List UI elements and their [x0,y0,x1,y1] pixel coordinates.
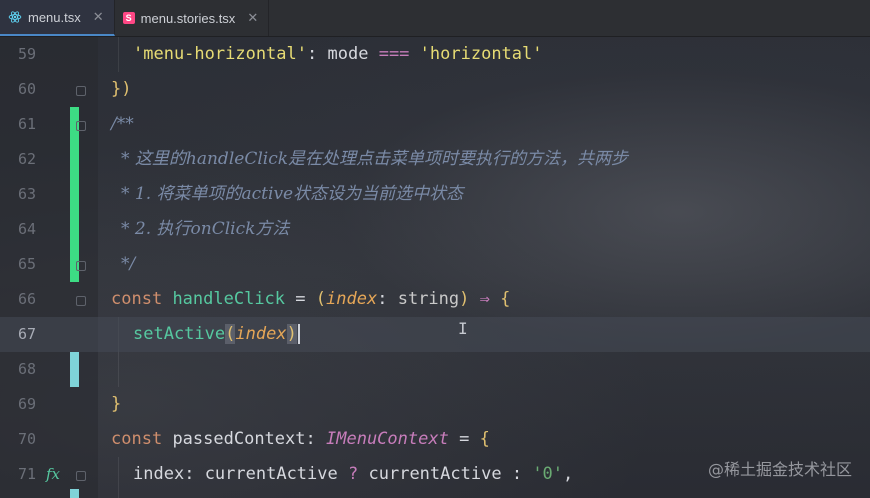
line-number: 62 [17,150,36,168]
tab-menu-stories-tsx[interactable]: S menu.stories.tsx ✕ [115,0,270,36]
token: currentActive [204,464,338,484]
token: : [305,429,316,449]
token: === [378,44,410,64]
close-icon[interactable]: ✕ [93,9,104,25]
code-comment: * 2. 执行onClick方法 [121,219,290,239]
line-number: 71 [17,465,36,483]
tab-label: menu.stories.tsx [140,10,236,26]
token: handleClick [172,289,286,309]
code-text: const handleClick = (index: string) ⇒ { [111,282,510,317]
token: ( [225,324,236,344]
code-line[interactable]: 65 */ [0,247,870,282]
tab-label: menu.tsx [28,9,81,25]
line-number: 65 [17,255,36,273]
code-text: setActive(index) [133,317,300,352]
line-number: 63 [17,185,36,203]
code-line[interactable]: 64 * 2. 执行onClick方法 [0,212,870,247]
token: '0' [532,464,564,484]
token: index [235,324,287,344]
line-number: 67 [17,325,36,343]
code-text: 'menu-horizontal': mode === 'horizontal' [133,37,543,72]
line-number: 66 [17,290,36,308]
code-line[interactable]: 59 'menu-horizontal': mode === 'horizont… [0,37,870,72]
code-line[interactable]: 70 const passedContext: IMenuContext = { [0,422,870,457]
code-text: const passedContext: IMenuContext = { [111,422,490,457]
token: setActive [133,324,226,344]
code-text: index: currentActive ? currentActive : '… [133,457,573,492]
line-number: 69 [17,395,36,413]
token: { [500,289,511,309]
token: ( [315,289,327,309]
code-line[interactable]: 69 } [0,387,870,422]
token: : [184,464,195,484]
code-text: } [111,394,122,414]
storybook-icon: S [122,12,135,24]
mouse-ibeam-cursor: I [458,319,468,338]
token: 'menu-horizontal' [133,44,307,64]
line-number: 60 [17,80,36,98]
code-line[interactable]: 66 const handleClick = (index: string) ⇒… [0,282,870,317]
code-editor[interactable]: 59 'menu-horizontal': mode === 'horizont… [0,37,870,498]
token: , [563,464,574,484]
token: : [377,289,388,309]
line-number: 59 [17,45,36,63]
token: index [326,289,378,309]
line-number: 64 [17,220,36,238]
token: { [479,429,490,449]
token: : [307,44,318,64]
token: = [295,289,306,309]
token: : [511,464,523,484]
code-line[interactable]: 62 * 这里的handleClick是在处理点击菜单项时要执行的方法，共两步 [0,142,870,177]
code-comment: * 1. 将菜单项的active状态设为当前选中状态 [121,184,464,204]
code-text: }) [111,79,132,99]
token: const [111,289,163,309]
token: const [111,429,163,449]
code-line[interactable]: 63 * 1. 将菜单项的active状态设为当前选中状态 [0,177,870,212]
token: currentActive [368,464,502,484]
function-icon[interactable]: fx [46,457,60,492]
code-comment: * 这里的handleClick是在处理点击菜单项时要执行的方法，共两步 [121,149,629,169]
react-icon [8,11,22,23]
token: ? [348,464,359,484]
token: mode [327,44,369,64]
tab-menu-tsx[interactable]: menu.tsx ✕ [0,0,115,36]
token: passedContext [172,429,306,449]
code-line-current[interactable]: 67 setActive(index) [0,317,870,352]
token: ⇒ [479,289,490,309]
token: ) [286,324,297,344]
watermark: @稀土掘金技术社区 [707,460,852,479]
code-comment: /** [111,114,134,134]
line-number: 70 [17,430,36,448]
token: 'horizontal' [419,44,543,64]
token: = [459,429,470,449]
code-comment: */ [121,254,136,274]
token: ) [459,289,470,309]
token: string [397,289,460,309]
code-line[interactable]: 61 /** [0,107,870,142]
code-line[interactable]: 68 [0,352,870,387]
code-line[interactable]: 60 }) [0,72,870,107]
line-number: 68 [17,360,36,378]
token: index [133,464,185,484]
text-caret [297,324,300,344]
close-icon[interactable]: ✕ [247,10,258,26]
line-number: 61 [17,115,36,133]
token: IMenuContext [326,429,449,449]
editor-tab-bar: menu.tsx ✕ S menu.stories.tsx ✕ [0,0,870,37]
